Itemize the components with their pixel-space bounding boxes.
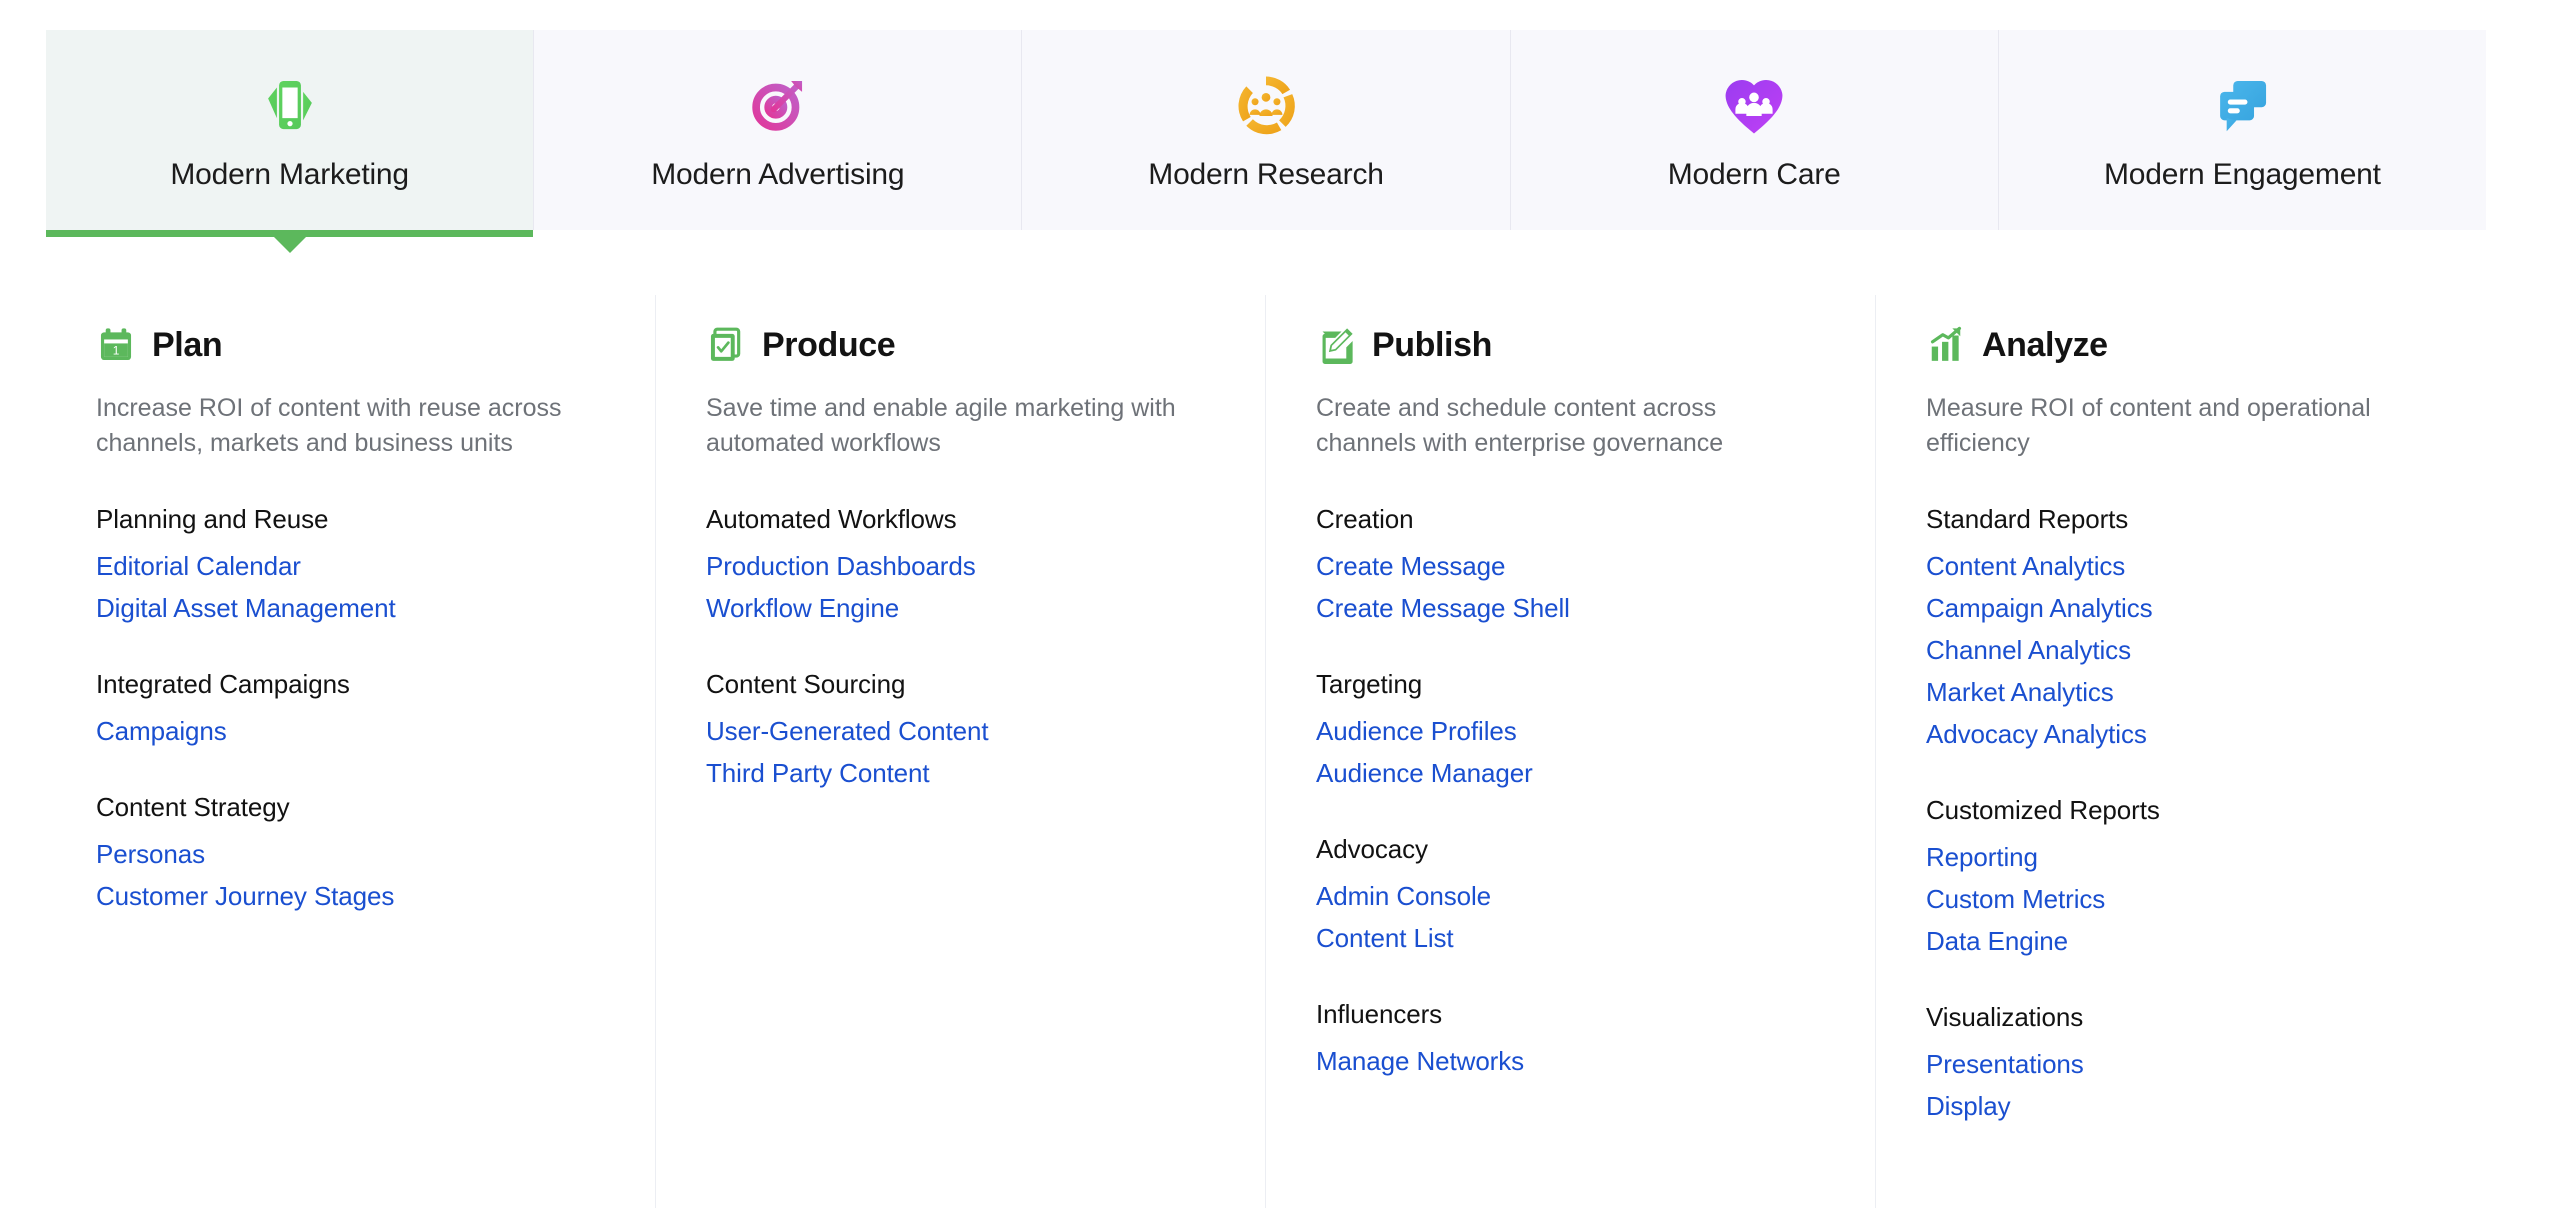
menu-link[interactable]: Campaign Analytics bbox=[1926, 587, 2430, 629]
checklist-icon bbox=[706, 325, 746, 365]
panel-description: Measure ROI of content and operational e… bbox=[1926, 394, 2371, 457]
menu-link[interactable]: Audience Manager bbox=[1316, 752, 1819, 794]
panel-description: Increase ROI of content with reuse acros… bbox=[96, 394, 562, 457]
panel-description: Save time and enable agile marketing wit… bbox=[706, 394, 1176, 457]
calendar-icon: 1 bbox=[96, 325, 136, 365]
panel-title: Analyze bbox=[1982, 325, 2108, 364]
panel-header: Produce bbox=[706, 325, 1209, 365]
panel-header: Publish bbox=[1316, 325, 1819, 365]
panel-analyze: Analyze Measure ROI of content and opera… bbox=[1876, 295, 2486, 1208]
link-group: Advocacy Admin Console Content List bbox=[1316, 834, 1819, 959]
target-arrow-icon bbox=[741, 68, 815, 142]
tab-label: Modern Marketing bbox=[170, 158, 409, 191]
panel-publish: Publish Create and schedule content acro… bbox=[1266, 295, 1876, 1208]
tab-modern-marketing[interactable]: Modern Marketing bbox=[46, 30, 535, 253]
panel-title: Produce bbox=[762, 325, 896, 364]
tab-modern-engagement[interactable]: Modern Engagement bbox=[1998, 30, 2487, 230]
bar-chart-icon bbox=[1926, 325, 1966, 365]
group-title: Content Sourcing bbox=[706, 669, 906, 699]
menu-link[interactable]: Manage Networks bbox=[1316, 1040, 1819, 1082]
link-group: Content Sourcing User-Generated Content … bbox=[706, 669, 1209, 794]
menu-link[interactable]: Customer Journey Stages bbox=[96, 875, 599, 917]
group-title: Visualizations bbox=[1926, 1002, 2084, 1032]
mega-menu-panels: 1 Plan Increase ROI of content with reus… bbox=[46, 295, 2486, 1208]
group-title: Integrated Campaigns bbox=[96, 669, 350, 699]
panel-title: Publish bbox=[1372, 325, 1492, 364]
heart-people-icon bbox=[1717, 68, 1791, 142]
svg-text:1: 1 bbox=[113, 344, 120, 358]
menu-link[interactable]: Editorial Calendar bbox=[96, 545, 599, 587]
group-title: Customized Reports bbox=[1926, 795, 2160, 825]
menu-link[interactable]: Production Dashboards bbox=[706, 545, 1209, 587]
tab-label: Modern Engagement bbox=[2104, 158, 2381, 191]
menu-link[interactable]: Audience Profiles bbox=[1316, 710, 1819, 752]
menu-link[interactable]: Reporting bbox=[1926, 836, 2430, 878]
menu-link[interactable]: Market Analytics bbox=[1926, 671, 2430, 713]
link-group: Integrated Campaigns Campaigns bbox=[96, 669, 599, 752]
menu-link[interactable]: Channel Analytics bbox=[1926, 629, 2430, 671]
chat-bubbles-icon bbox=[2205, 68, 2279, 142]
product-tab-bar: Modern Marketing Modern Advertising Mode… bbox=[46, 30, 2487, 253]
panel-header: Analyze bbox=[1926, 325, 2430, 365]
panel-plan: 1 Plan Increase ROI of content with reus… bbox=[46, 295, 656, 1208]
group-title: Targeting bbox=[1316, 669, 1423, 699]
link-group: Automated Workflows Production Dashboard… bbox=[706, 504, 1209, 629]
group-title: Automated Workflows bbox=[706, 504, 957, 534]
menu-link[interactable]: Admin Console bbox=[1316, 875, 1819, 917]
group-title: Creation bbox=[1316, 504, 1414, 534]
menu-link[interactable]: User-Generated Content bbox=[706, 710, 1209, 752]
tab-label: Modern Research bbox=[1148, 158, 1384, 191]
link-group: Planning and Reuse Editorial Calendar Di… bbox=[96, 504, 599, 629]
group-title: Standard Reports bbox=[1926, 504, 2129, 534]
people-cycle-icon bbox=[1229, 68, 1303, 142]
group-title: Advocacy bbox=[1316, 834, 1428, 864]
active-tab-pointer bbox=[272, 236, 307, 253]
tab-label: Modern Care bbox=[1667, 158, 1841, 191]
panel-title: Plan bbox=[152, 325, 223, 364]
menu-link[interactable]: Display bbox=[1926, 1085, 2430, 1127]
menu-link[interactable]: Create Message bbox=[1316, 545, 1819, 587]
mobile-phone-icon bbox=[253, 68, 327, 142]
tab-label: Modern Advertising bbox=[651, 158, 905, 191]
menu-link[interactable]: Advocacy Analytics bbox=[1926, 713, 2430, 755]
menu-link[interactable]: Create Message Shell bbox=[1316, 587, 1819, 629]
group-title: Planning and Reuse bbox=[96, 504, 329, 534]
link-group: Customized Reports Reporting Custom Metr… bbox=[1926, 795, 2430, 962]
tab-modern-care[interactable]: Modern Care bbox=[1510, 30, 1999, 230]
link-group: Standard Reports Content Analytics Campa… bbox=[1926, 504, 2430, 755]
menu-link[interactable]: Digital Asset Management bbox=[96, 587, 599, 629]
group-title: Content Strategy bbox=[96, 792, 290, 822]
menu-link[interactable]: Presentations bbox=[1926, 1043, 2430, 1085]
menu-link[interactable]: Content List bbox=[1316, 917, 1819, 959]
link-group: Creation Create Message Create Message S… bbox=[1316, 504, 1819, 629]
menu-link[interactable]: Campaigns bbox=[96, 710, 599, 752]
panel-produce: Produce Save time and enable agile marke… bbox=[656, 295, 1266, 1208]
menu-link[interactable]: Personas bbox=[96, 833, 599, 875]
tab-modern-research[interactable]: Modern Research bbox=[1022, 30, 1511, 230]
panel-header: 1 Plan bbox=[96, 325, 599, 365]
menu-link[interactable]: Third Party Content bbox=[706, 752, 1209, 794]
menu-link[interactable]: Data Engine bbox=[1926, 920, 2430, 962]
link-group: Influencers Manage Networks bbox=[1316, 999, 1819, 1082]
link-group: Targeting Audience Profiles Audience Man… bbox=[1316, 669, 1819, 794]
group-title: Influencers bbox=[1316, 999, 1443, 1029]
menu-link[interactable]: Content Analytics bbox=[1926, 545, 2430, 587]
pencil-square-icon bbox=[1316, 325, 1356, 365]
menu-link[interactable]: Custom Metrics bbox=[1926, 878, 2430, 920]
tab-modern-advertising[interactable]: Modern Advertising bbox=[534, 30, 1023, 230]
link-group: Visualizations Presentations Display bbox=[1926, 1002, 2430, 1127]
link-group: Content Strategy Personas Customer Journ… bbox=[96, 792, 599, 917]
menu-link[interactable]: Workflow Engine bbox=[706, 587, 1209, 629]
panel-description: Create and schedule content across chann… bbox=[1316, 394, 1724, 457]
